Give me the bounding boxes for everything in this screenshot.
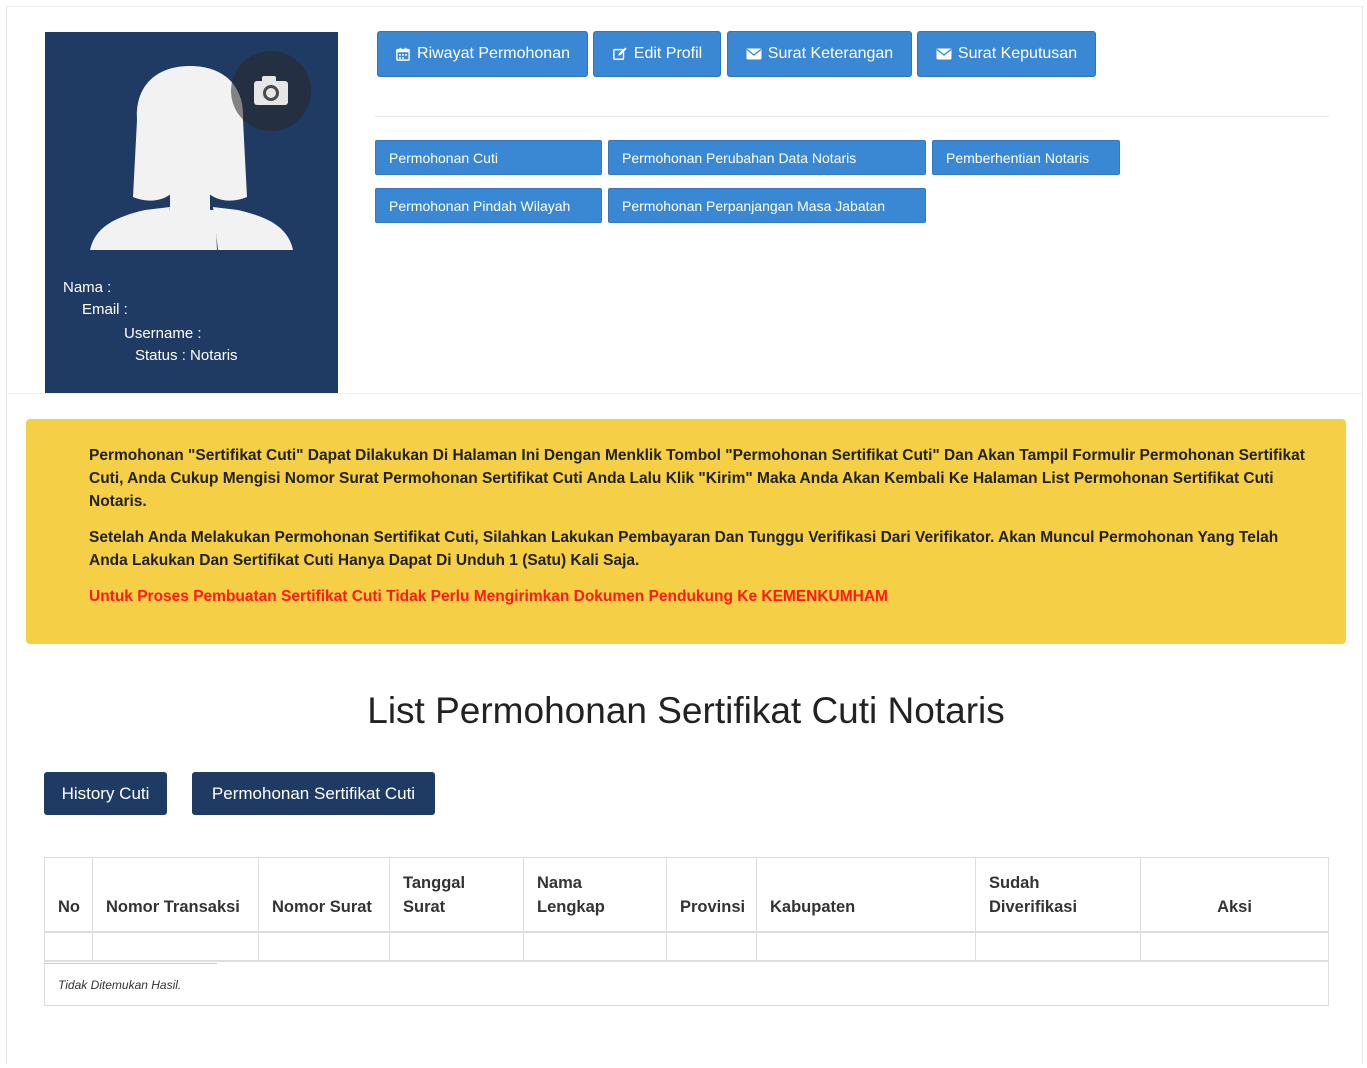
alert-paragraph-2: Setelah Anda Melakukan Permohonan Sertif…	[89, 529, 1279, 569]
column-header-sudah-diverifikasi[interactable]: Sudah Diverifikasi	[976, 858, 1141, 932]
avatar	[45, 32, 338, 250]
empty-row-accent	[45, 963, 217, 964]
surat-keterangan-button[interactable]: Surat Keterangan	[727, 31, 912, 77]
results-table: No Nomor Transaksi Nomor Surat Tanggal S…	[44, 857, 1329, 1006]
calendar-icon	[396, 47, 410, 61]
info-alert: Permohonan "Sertifikat Cuti" Dapat Dilak…	[26, 419, 1346, 644]
permohonan-perpanjangan-button[interactable]: Permohonan Perpanjangan Masa Jabatan	[608, 188, 926, 223]
profile-email-label: Email :	[82, 301, 128, 318]
riwayat-permohonan-button[interactable]: Riwayat Permohonan	[377, 31, 588, 77]
envelope-icon	[936, 48, 952, 60]
envelope-icon	[746, 48, 762, 60]
filter-input[interactable]	[390, 933, 524, 961]
column-header-no[interactable]: No	[45, 858, 93, 932]
alert-warning: Untuk Proses Pembuatan Sertifikat Cuti T…	[89, 588, 888, 605]
edit-profil-label: Edit Profil	[633, 45, 703, 62]
column-header-kabupaten[interactable]: Kabupaten	[757, 858, 976, 932]
filter-input[interactable]	[45, 933, 93, 961]
alert-paragraph-1: Permohonan "Sertifikat Cuti" Dapat Dilak…	[89, 447, 1305, 510]
riwayat-permohonan-label: Riwayat Permohonan	[417, 45, 570, 62]
edit-icon	[612, 47, 627, 60]
filter-input[interactable]	[757, 933, 976, 961]
column-header-aksi: Aksi	[1217, 898, 1252, 916]
column-header-nama-lengkap-label: Nama Lengkap	[537, 874, 605, 916]
profile-status-label: Status : Notaris	[135, 347, 238, 364]
profile-card: Nama : Email : Username : Status : Notar…	[45, 32, 338, 393]
surat-keputusan-button[interactable]: Surat Keputusan	[917, 31, 1096, 77]
permohonan-perubahan-data-button[interactable]: Permohonan Perubahan Data Notaris	[608, 140, 926, 175]
profile-username-label: Username :	[124, 325, 202, 342]
permohonan-pindah-wilayah-button[interactable]: Permohonan Pindah Wilayah	[375, 188, 602, 223]
page-title: List Permohonan Sertifikat Cuti Notaris	[367, 690, 1005, 731]
permohonan-cuti-button[interactable]: Permohonan Cuti	[375, 140, 602, 175]
column-header-nomor-surat[interactable]: Nomor Surat	[259, 858, 390, 932]
filter-input[interactable]	[667, 933, 757, 961]
filter-input[interactable]	[524, 933, 667, 961]
pemberhentian-notaris-button[interactable]: Pemberhentian Notaris	[932, 140, 1120, 175]
column-header-tanggal-surat-label: Tanggal Surat	[403, 874, 466, 916]
table-row-divider	[45, 961, 1328, 962]
column-header-provinsi[interactable]: Provinsi	[667, 858, 757, 932]
filter-input[interactable]	[93, 933, 259, 961]
edit-profil-button[interactable]: Edit Profil	[593, 31, 721, 77]
column-header-tanggal-surat[interactable]: Tanggal Surat	[390, 858, 524, 932]
history-cuti-button[interactable]: History Cuti	[44, 772, 167, 815]
surat-keputusan-label: Surat Keputusan	[957, 45, 1078, 62]
surat-keterangan-label: Surat Keterangan	[767, 45, 894, 62]
filter-input[interactable]	[1141, 933, 1328, 961]
profile-name-label: Nama :	[63, 279, 112, 296]
section-divider	[6, 393, 1363, 394]
column-header-sudah-diverifikasi-label: Sudah Diverifikasi	[989, 874, 1078, 916]
permohonan-sertifikat-cuti-button[interactable]: Permohonan Sertifikat Cuti	[192, 772, 435, 815]
empty-results-message: Tidak Ditemukan Hasil.	[58, 978, 182, 992]
column-header-nomor-transaksi[interactable]: Nomor Transaksi	[93, 858, 259, 932]
divider	[375, 116, 1329, 117]
camera-icon[interactable]	[231, 51, 311, 131]
filter-input[interactable]	[976, 933, 1141, 961]
column-header-nama-lengkap[interactable]: Nama Lengkap	[524, 858, 667, 932]
filter-input[interactable]	[259, 933, 390, 961]
